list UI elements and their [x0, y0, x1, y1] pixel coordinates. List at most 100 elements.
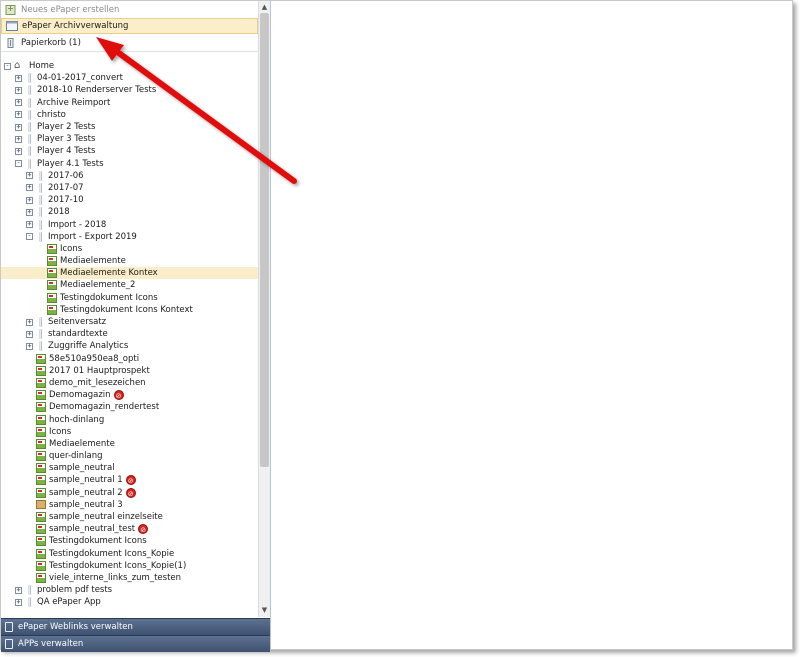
tree-item[interactable]: Mediaelemente Kontex	[1, 267, 258, 280]
tree-item[interactable]: + Player 2 Tests	[1, 121, 258, 133]
epaper-document-icon	[47, 292, 57, 303]
expand-icon[interactable]: +	[15, 123, 22, 131]
tree-scrollbar[interactable]: ▲ ▼	[258, 1, 270, 617]
archive-menu-item[interactable]: ePaper Archivverwaltung	[1, 18, 258, 34]
weblinks-label: ePaper Weblinks verwalten	[18, 622, 133, 632]
apps-menu-item[interactable]: APPs verwalten	[1, 635, 270, 652]
expand-icon[interactable]: +	[15, 99, 22, 107]
scroll-up-icon[interactable]: ▲	[259, 2, 270, 13]
expand-icon[interactable]: +	[15, 598, 22, 606]
tree-item[interactable]: quer-dinlang	[1, 450, 258, 462]
expand-icon[interactable]: +	[26, 342, 33, 350]
expand-icon[interactable]: +	[26, 221, 33, 229]
tree-item[interactable]: +2018-10 Renderserver Tests	[1, 84, 258, 96]
tree-item[interactable]: +2017-10	[1, 194, 258, 206]
trash-menu-item[interactable]: Papierkorb (1)	[1, 35, 258, 51]
expand-icon[interactable]: +	[26, 318, 33, 326]
tree-item[interactable]: Mediaelemente	[1, 438, 258, 450]
tree-item[interactable]: + Seitenversatz	[1, 316, 258, 328]
tree-item[interactable]: - Player 4.1 Tests	[1, 158, 258, 170]
expand-icon[interactable]: +	[15, 147, 22, 155]
scrollbar-thumb[interactable]	[260, 13, 269, 467]
folder-icon	[25, 146, 34, 157]
error-badge-icon: ⊘	[125, 475, 136, 486]
expand-icon[interactable]: +	[15, 86, 22, 94]
error-badge-icon: ⊘	[138, 524, 149, 535]
tree-item[interactable]: Mediaelemente	[1, 255, 258, 267]
expand-icon[interactable]: +	[26, 196, 33, 204]
tree-item[interactable]: Testingdokument Icons	[1, 292, 258, 304]
tree-item[interactable]: + Archive Reimport	[1, 97, 258, 109]
tree-item[interactable]: sample_neutral einzelseite	[1, 511, 258, 523]
expand-icon[interactable]: +	[26, 172, 33, 180]
tree-item[interactable]: Icons	[1, 243, 258, 255]
tree-item[interactable]: + problem pdf tests	[1, 584, 258, 596]
folder-icon	[25, 158, 34, 169]
archive-icon	[6, 21, 18, 31]
tree-item[interactable]: + christo	[1, 109, 258, 121]
expand-icon[interactable]: +	[15, 586, 22, 594]
epaper-document-icon	[36, 548, 46, 559]
tree-item[interactable]: Icons	[1, 426, 258, 438]
tree-item[interactable]: + QA ePaper App	[1, 596, 258, 608]
epaper-document-icon	[36, 560, 46, 571]
collapse-icon[interactable]: -	[4, 62, 11, 70]
tree-item-label: Mediaelemente	[60, 256, 126, 267]
tree-item-label: Testingdokument Icons	[60, 292, 158, 303]
home-icon: ⌂	[14, 60, 21, 72]
tree-item[interactable]: Mediaelemente_2	[1, 279, 258, 291]
tree-item[interactable]: viele_interne_links_zum_testen	[1, 572, 258, 584]
expand-icon[interactable]: +	[26, 208, 33, 216]
tree-item-label: problem pdf tests	[37, 585, 113, 596]
expand-icon[interactable]: +	[15, 135, 22, 143]
new-epaper-menu-item[interactable]: Neues ePaper erstellen	[1, 2, 258, 18]
tree-item[interactable]: sample_neutral_test ⊘	[1, 523, 258, 535]
epaper-document-icon	[36, 487, 46, 498]
tree-item[interactable]: demo_mit_lesezeichen	[1, 377, 258, 389]
tree-item[interactable]: + Player 4 Tests	[1, 145, 258, 157]
tree-item[interactable]: sample_neutral 1 ⊘	[1, 474, 258, 486]
tree-item-label: Import - Export 2019	[48, 231, 137, 242]
tree-item[interactable]: 58e510a950ea8_opti	[1, 353, 258, 365]
menu-divider	[1, 51, 258, 52]
tree-item-label: Testingdokument Icons_Kopie	[49, 548, 175, 559]
tree-item[interactable]: + Player 3 Tests	[1, 133, 258, 145]
tree-item[interactable]: sample_neutral 2 ⊘	[1, 487, 258, 499]
tree-item-label: QA ePaper App	[37, 597, 101, 608]
tree-item[interactable]: + Zuggriffe Analytics	[1, 340, 258, 352]
tree-item[interactable]: +2017-07	[1, 182, 258, 194]
scroll-down-icon[interactable]: ▼	[259, 605, 270, 616]
tree-item[interactable]: Demomagazin_rendertest	[1, 401, 258, 413]
tree-item[interactable]: +2017-06	[1, 170, 258, 182]
tree-item[interactable]: - Import - Export 2019	[1, 231, 258, 243]
tree-item-label: Player 4 Tests	[37, 146, 96, 157]
trash-label: Papierkorb (1)	[21, 38, 81, 48]
tree-item[interactable]: Testingdokument Icons_Kopie	[1, 548, 258, 560]
epaper-document-icon	[36, 524, 46, 535]
expand-icon[interactable]: +	[26, 330, 33, 338]
collapse-icon[interactable]: -	[26, 233, 33, 241]
error-badge-icon: ⊘	[113, 390, 124, 401]
weblinks-menu-item[interactable]: ePaper Weblinks verwalten	[1, 618, 270, 635]
tree-item[interactable]: 2017 01 Hauptprospekt	[1, 365, 258, 377]
tree-item[interactable]: Demomagazin ⊘	[1, 389, 258, 401]
tree-item[interactable]: Testingdokument Icons	[1, 535, 258, 547]
archive-label: ePaper Archivverwaltung	[22, 21, 129, 31]
folder-icon	[25, 597, 34, 608]
expand-icon[interactable]: +	[26, 184, 33, 192]
tree-item[interactable]: sample_neutral	[1, 462, 258, 474]
collapse-icon[interactable]: -	[15, 160, 22, 168]
apps-icon	[5, 639, 13, 649]
tree-item[interactable]: +04-01-2017_convert	[1, 72, 258, 84]
tree-item[interactable]: sample_neutral 3	[1, 499, 258, 511]
tree-item[interactable]: + standardtexte	[1, 328, 258, 340]
tree-item[interactable]: Testingdokument Icons Kontext	[1, 304, 258, 316]
tree-item[interactable]: hoch-dinlang	[1, 413, 258, 425]
expand-icon[interactable]: +	[15, 111, 22, 119]
tree-item[interactable]: Testingdokument Icons_Kopie(1)	[1, 560, 258, 572]
tree-item[interactable]: +2018	[1, 206, 258, 218]
tree-item[interactable]: - ⌂ Home	[1, 60, 258, 72]
tree-item[interactable]: + Import - 2018	[1, 218, 258, 230]
tree-item-label: Player 2 Tests	[37, 122, 96, 133]
expand-icon[interactable]: +	[15, 74, 22, 82]
